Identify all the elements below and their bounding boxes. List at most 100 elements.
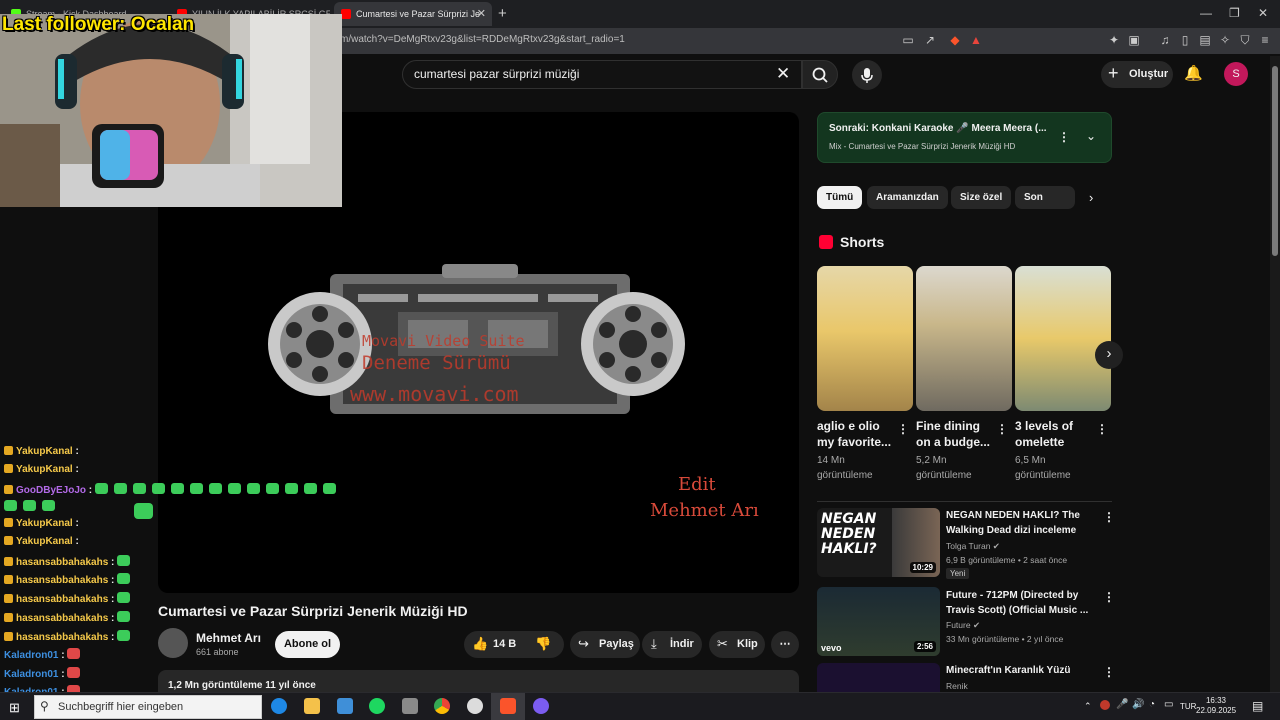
related-title-2[interactable]: Future - 712PM (Directed by Travis Scott…: [946, 588, 1096, 618]
close-window-icon[interactable]: ✕: [1258, 6, 1268, 20]
brave-shield-icon[interactable]: ◆: [947, 32, 963, 48]
chat-message: YakupKanal :: [4, 536, 79, 547]
account-avatar[interactable]: S: [1224, 62, 1248, 86]
like-button[interactable]: 14 B: [493, 638, 516, 650]
notification-center-icon[interactable]: ▤: [1252, 699, 1263, 713]
thumbnail-text: NEGAN NEDEN HAKLI?: [821, 511, 877, 557]
brave-icon[interactable]: [500, 698, 516, 714]
short-thumbnail-3[interactable]: [1015, 266, 1111, 411]
chat-message: hasansabbahakahs :: [4, 555, 136, 568]
volume-icon[interactable]: 🔊: [1132, 699, 1144, 710]
new-badge: Yeni: [946, 568, 970, 579]
watermark-line-2: Deneme Sürümü: [362, 352, 511, 374]
system-clock[interactable]: 16:33 22.09.2025: [1196, 696, 1236, 716]
media-icon[interactable]: ♫: [1157, 32, 1173, 48]
notifications-bell-icon[interactable]: 🔔: [1184, 64, 1203, 82]
discord-icon[interactable]: [533, 698, 549, 714]
network-icon[interactable]: ◔: [1149, 699, 1155, 710]
related-channel-3[interactable]: Renik: [946, 681, 968, 691]
related-menu-icon-3[interactable]: ⋮: [1103, 665, 1115, 679]
sidebar-icon[interactable]: ▯: [1177, 32, 1193, 48]
obs-icon[interactable]: [467, 698, 483, 714]
related-title-3[interactable]: Minecraft'ın Karanlık Yüzü: [946, 663, 1096, 678]
voice-search-button[interactable]: [852, 60, 882, 90]
short-thumbnail-2[interactable]: [916, 266, 1012, 411]
chip-for-you[interactable]: Size özel: [951, 186, 1012, 209]
related-menu-icon-2[interactable]: ⋮: [1103, 590, 1115, 604]
microphone-tray-icon[interactable]: 🎤: [1116, 699, 1128, 710]
video-title: Cumartesi ve Pazar Sürprizi Jenerik Müzi…: [158, 603, 468, 619]
related-thumbnail-3[interactable]: [817, 663, 940, 692]
edge-icon[interactable]: [271, 698, 287, 714]
frog-emote-icon: [151, 483, 165, 494]
related-thumbnail-2[interactable]: vevo 2:56: [817, 587, 940, 656]
input-language[interactable]: TUR: [1180, 702, 1196, 711]
tab-current-video[interactable]: Cumartesi ve Pazar Sürprizi Je ✕: [334, 2, 492, 26]
close-tab-icon[interactable]: ✕: [477, 2, 486, 26]
frog-emote-large-icon: [134, 503, 153, 519]
extensions-icon[interactable]: ✦: [1106, 32, 1122, 48]
channel-name[interactable]: Mehmet Arı: [196, 631, 261, 645]
sub-badge-icon: [4, 446, 13, 455]
chip-from-search[interactable]: Aramanızdan: [867, 186, 948, 209]
like-icon[interactable]: 👍: [472, 636, 488, 652]
more-actions-button[interactable]: ⋯: [771, 631, 799, 658]
file-explorer-icon[interactable]: [304, 698, 320, 714]
clear-search-icon[interactable]: ✕: [776, 64, 790, 84]
description-stats: 1,2 Mn görüntüleme 11 yıl önce: [168, 680, 316, 691]
up-next-menu-icon[interactable]: ⋮: [1058, 130, 1070, 144]
minimize-icon[interactable]: —: [1200, 6, 1212, 20]
subscribe-button[interactable]: Abone ol: [275, 631, 340, 658]
short-thumbnail-1[interactable]: [817, 266, 913, 411]
chat-message: hasansabbahakahs :: [4, 611, 136, 624]
screenshot-icon[interactable]: ▣: [1126, 32, 1142, 48]
verified-icon: ✔: [992, 541, 1000, 551]
short-title-1[interactable]: aglio e olio my favorite...: [817, 418, 895, 450]
chevron-down-icon[interactable]: ⌄: [1086, 129, 1096, 143]
short-title-2[interactable]: Fine dining on a budge...: [916, 418, 994, 450]
search-button[interactable]: [802, 60, 838, 89]
vpn-icon[interactable]: ⛉: [1237, 32, 1253, 48]
brave-rewards-icon[interactable]: ▲: [968, 32, 984, 48]
taskbar-search-placeholder: Suchbegriff hier eingeben: [58, 701, 184, 713]
short-menu-icon-2[interactable]: ⋮: [996, 422, 1008, 436]
short-menu-icon-1[interactable]: ⋮: [897, 422, 909, 436]
chip-all[interactable]: Tümü: [817, 186, 863, 209]
chrome-icon[interactable]: [434, 698, 450, 714]
windows-start-icon[interactable]: ⊞: [9, 700, 20, 716]
related-channel-1[interactable]: Tolga Turan ✔: [946, 541, 1000, 552]
sub-badge-icon: [4, 518, 13, 527]
new-tab-icon[interactable]: +: [498, 5, 507, 22]
menu-icon[interactable]: ≡: [1257, 32, 1273, 48]
wallet-icon[interactable]: ▤: [1197, 32, 1213, 48]
url-field[interactable]: m/watch?v=DeMgRtxv23g&list=RDDeMgRtxv23g…: [340, 34, 625, 45]
duration-badge: 10:29: [909, 562, 936, 573]
related-title-1[interactable]: NEGAN NEDEN HAKLI? The Walking Dead dizi…: [946, 508, 1096, 538]
related-channel-2[interactable]: Future ✔: [946, 620, 980, 631]
search-icon: ⚲: [40, 699, 49, 713]
chip-recently-uploaded[interactable]: Son yükle: [1015, 186, 1075, 209]
shorts-next-button[interactable]: ›: [1095, 341, 1123, 369]
related-meta-2: 33 Mn görüntüleme • 2 yıl önce: [946, 634, 1064, 644]
battery-icon[interactable]: ▭: [1164, 699, 1173, 710]
chevron-right-icon[interactable]: ›: [1089, 190, 1093, 205]
restore-icon[interactable]: ❐: [1229, 6, 1240, 20]
short-menu-icon-3[interactable]: ⋮: [1096, 422, 1108, 436]
watermark-line-3: www.movavi.com: [350, 382, 519, 406]
share-page-icon[interactable]: ↗: [922, 32, 938, 48]
store-icon[interactable]: [337, 698, 353, 714]
cast-icon[interactable]: ▭: [900, 32, 916, 48]
channel-avatar[interactable]: [158, 628, 188, 658]
dislike-icon[interactable]: 👎: [535, 636, 551, 652]
leo-ai-icon[interactable]: ✧: [1217, 32, 1233, 48]
spotify-icon[interactable]: [369, 698, 385, 714]
frog-emote-icon: [227, 483, 241, 494]
last-follower-label: Last follower: Ocalan: [2, 14, 195, 35]
short-title-3[interactable]: 3 levels of omelette: [1015, 418, 1093, 450]
related-thumbnail-1[interactable]: NEGAN NEDEN HAKLI? 10:29: [817, 508, 940, 577]
related-menu-icon-1[interactable]: ⋮: [1103, 510, 1115, 524]
tray-expand-icon[interactable]: ⌃: [1084, 701, 1092, 712]
scrollbar-thumb[interactable]: [1272, 66, 1278, 256]
tray-app-icon[interactable]: [1100, 700, 1110, 710]
calculator-icon[interactable]: [402, 698, 418, 714]
